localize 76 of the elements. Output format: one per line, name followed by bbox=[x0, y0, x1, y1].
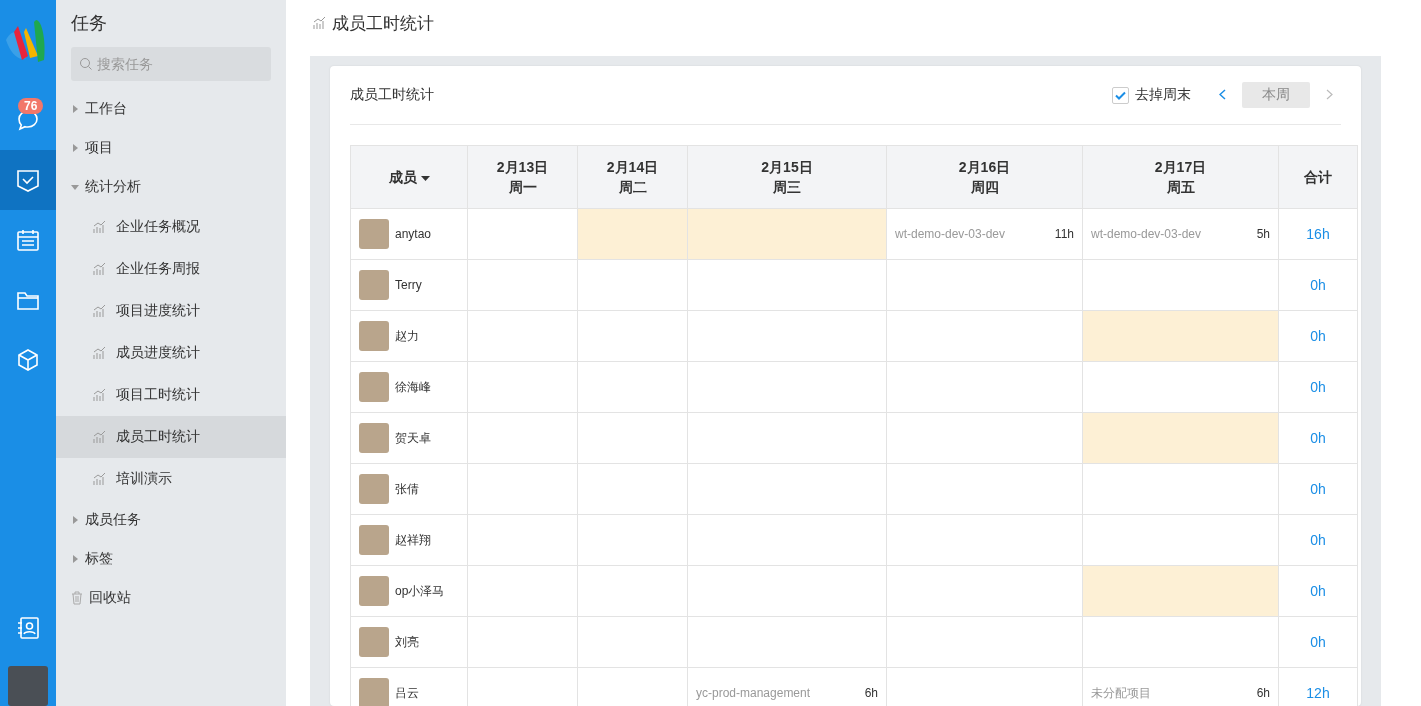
expanded-caret-icon bbox=[71, 182, 79, 191]
member-name: 刘亮 bbox=[395, 633, 419, 651]
member-name: 徐海峰 bbox=[395, 378, 431, 396]
exclude-weekend-checkbox[interactable]: 去掉周末 bbox=[1112, 86, 1191, 104]
unread-badge: 76 bbox=[18, 98, 44, 114]
chart-icon bbox=[92, 472, 106, 486]
column-header: 2月15日 周三 bbox=[687, 145, 887, 209]
cube-icon bbox=[15, 347, 41, 373]
sidebar-item[interactable]: 企业任务概况 bbox=[56, 206, 286, 248]
sidebar-group[interactable]: 回收站 bbox=[71, 578, 271, 617]
collapsed-caret-icon bbox=[71, 515, 79, 524]
member-name: Terry bbox=[395, 278, 422, 292]
checkbox-icon bbox=[15, 167, 41, 193]
chevron-right-icon bbox=[1326, 89, 1333, 100]
chevron-left-icon bbox=[1219, 89, 1226, 100]
chart-icon bbox=[92, 430, 106, 444]
collapsed-caret-icon bbox=[71, 554, 79, 563]
hours-value: 5h bbox=[1256, 227, 1270, 241]
member-name: op小泽马 bbox=[395, 582, 445, 600]
column-header: 2月14日 周二 bbox=[577, 145, 688, 209]
photo-placeholder bbox=[359, 576, 389, 606]
column-header: 合计 bbox=[1278, 145, 1358, 209]
photo-placeholder bbox=[359, 525, 389, 555]
member-name: 吕云 bbox=[395, 684, 419, 702]
sort-caret-icon bbox=[420, 176, 430, 182]
calendar-icon bbox=[15, 227, 41, 253]
trash-icon bbox=[71, 590, 83, 605]
project-name: wt-demo-dev-03-dev bbox=[1091, 227, 1202, 241]
collapsed-caret-icon bbox=[71, 143, 79, 152]
hours-value: 11h bbox=[1054, 227, 1074, 241]
sidebar-item[interactable]: 项目工时统计 bbox=[56, 374, 286, 416]
sidebar-item[interactable]: 成员工时统计 bbox=[56, 416, 286, 458]
chart-icon bbox=[92, 220, 106, 234]
sidebar-group[interactable]: 成员任务 bbox=[71, 500, 271, 539]
chart-icon bbox=[92, 304, 106, 318]
member-name: anytao bbox=[395, 227, 432, 241]
member-name: 张倩 bbox=[395, 480, 419, 498]
photo-placeholder bbox=[359, 678, 389, 706]
sidebar-group[interactable]: 统计分析 bbox=[71, 167, 271, 206]
member-name: 赵祥翔 bbox=[395, 531, 431, 549]
photo-placeholder bbox=[359, 423, 389, 453]
column-header[interactable]: 成员 bbox=[350, 145, 468, 209]
column-header: 2月17日 周五 bbox=[1082, 145, 1279, 209]
photo-placeholder bbox=[359, 321, 389, 351]
chart-icon bbox=[92, 262, 106, 276]
project-name: yc-prod-management bbox=[696, 686, 811, 700]
sidebar-group[interactable]: 工作台 bbox=[71, 89, 271, 128]
column-header: 2月13日 周一 bbox=[467, 145, 578, 209]
member-name: 赵力 bbox=[395, 327, 419, 345]
sidebar-title: 任务 bbox=[71, 12, 108, 35]
hours-value: 6h bbox=[1256, 686, 1270, 700]
chart-icon bbox=[92, 388, 106, 402]
photo-placeholder bbox=[359, 474, 389, 504]
sidebar-item[interactable]: 企业任务周报 bbox=[56, 248, 286, 290]
sidebar-item[interactable]: 培训演示 bbox=[56, 458, 286, 500]
sidebar-item[interactable]: 成员进度统计 bbox=[56, 332, 286, 374]
chart-icon bbox=[92, 346, 106, 360]
sidebar-group[interactable]: 项目 bbox=[71, 128, 271, 167]
sidebar-item[interactable]: 项目进度统计 bbox=[56, 290, 286, 332]
hours-value: 6h bbox=[864, 686, 878, 700]
collapsed-caret-icon bbox=[71, 104, 79, 113]
sidebar-group[interactable]: 标签 bbox=[71, 539, 271, 578]
member-name: 贺天卓 bbox=[395, 429, 431, 447]
check-icon bbox=[1115, 90, 1126, 100]
card-title: 成员工时统计 bbox=[350, 86, 435, 104]
column-header: 2月16日 周四 bbox=[886, 145, 1083, 209]
project-name: 未分配项目 bbox=[1091, 684, 1151, 702]
project-name: wt-demo-dev-03-dev bbox=[895, 227, 1006, 241]
page-title: 成员工时统计 bbox=[332, 12, 434, 35]
chart-icon bbox=[312, 16, 326, 30]
photo-placeholder bbox=[359, 270, 389, 300]
photo-placeholder bbox=[359, 219, 389, 249]
contact-card-icon bbox=[15, 615, 41, 641]
photo-placeholder bbox=[359, 627, 389, 657]
photo-placeholder bbox=[359, 372, 389, 402]
search-field[interactable]: 搜索任务 bbox=[71, 47, 271, 81]
